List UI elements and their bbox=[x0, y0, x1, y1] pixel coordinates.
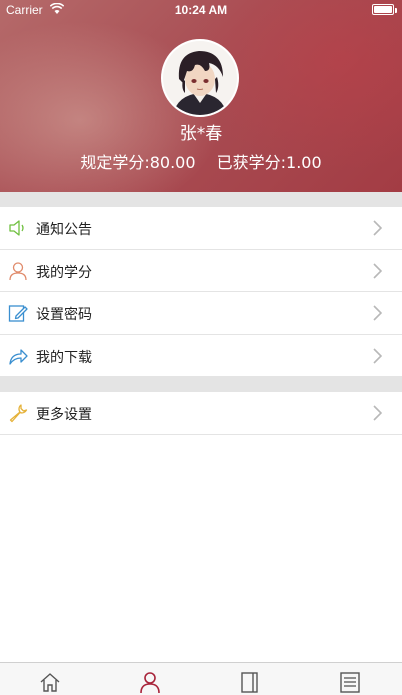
required-credits: 规定学分:80.00 bbox=[80, 153, 196, 172]
menu-item-more-settings[interactable]: 更多设置 bbox=[0, 392, 402, 435]
share-icon bbox=[9, 348, 28, 365]
list-icon[interactable] bbox=[339, 671, 361, 693]
chevron-right-icon bbox=[373, 405, 382, 421]
menu-item-label: 通知公告 bbox=[36, 222, 92, 238]
menu-item-downloads[interactable]: 我的下载 bbox=[0, 335, 402, 377]
menu-group-settings: 更多设置 bbox=[0, 391, 402, 435]
earned-credits: 已获学分:1.00 bbox=[216, 153, 322, 172]
section-separator bbox=[0, 192, 402, 206]
credits-summary: 规定学分:80.00 已获学分:1.00 bbox=[0, 149, 402, 173]
profile-icon[interactable] bbox=[139, 671, 161, 693]
section-separator bbox=[0, 377, 402, 391]
chevron-right-icon bbox=[373, 262, 382, 279]
battery-icon bbox=[372, 4, 394, 15]
status-time: 10:24 AM bbox=[174, 3, 228, 17]
menu-item-label: 设置密码 bbox=[36, 307, 92, 323]
menu-group-main: 通知公告 我的学分 设置密码 我的下载 bbox=[0, 206, 402, 377]
edit-icon bbox=[8, 305, 28, 322]
user-icon bbox=[9, 261, 27, 280]
profile-header: Carrier 10:24 AM 张*春 规定学分:80.00 已获学分:1.0… bbox=[0, 0, 402, 192]
chevron-right-icon bbox=[373, 220, 382, 236]
speaker-icon bbox=[9, 220, 24, 236]
menu-item-credits[interactable]: 我的学分 bbox=[0, 250, 402, 292]
user-name: 张*春 bbox=[179, 124, 223, 144]
avatar-illustration bbox=[163, 41, 237, 115]
status-bar: Carrier 10:24 AM bbox=[0, 0, 402, 20]
menu-item-label: 我的下载 bbox=[36, 349, 92, 366]
chevron-right-icon bbox=[373, 347, 382, 364]
menu-item-label: 我的学分 bbox=[36, 264, 92, 281]
avatar[interactable] bbox=[161, 39, 239, 117]
chevron-right-icon bbox=[373, 305, 382, 321]
battery-tip bbox=[395, 8, 397, 13]
wrench-icon bbox=[9, 404, 28, 423]
menu-item-label: 更多设置 bbox=[36, 407, 92, 423]
home-icon[interactable] bbox=[39, 671, 61, 693]
menu-item-notices[interactable]: 通知公告 bbox=[0, 207, 402, 250]
tab-bar bbox=[0, 662, 402, 695]
menu-item-set-password[interactable]: 设置密码 bbox=[0, 292, 402, 335]
book-icon[interactable] bbox=[239, 671, 261, 693]
